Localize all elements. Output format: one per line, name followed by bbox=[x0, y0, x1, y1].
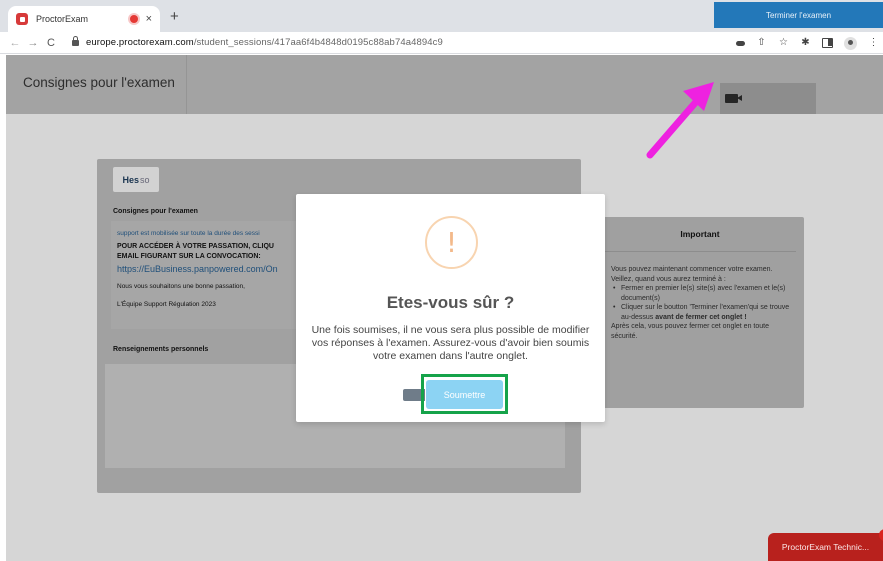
wish-text: Nous vous souhaitons une bonne passation… bbox=[117, 283, 245, 290]
support-chat-button[interactable]: ProctorExam Technic... bbox=[768, 533, 883, 561]
instructions-heading: Consignes pour l'examen bbox=[113, 208, 198, 215]
browser-tab[interactable]: ProctorExam × bbox=[8, 6, 160, 32]
url-domain: europe.proctorexam.com bbox=[86, 37, 194, 48]
terminate-exam-button[interactable]: Terminer l'examen bbox=[714, 2, 883, 28]
support-line: support est mobilisée sur toute la durée… bbox=[117, 230, 260, 237]
share-icon[interactable]: ⇧ bbox=[756, 36, 767, 50]
dialog-message: Une fois soumises, il ne vous sera plus … bbox=[311, 324, 590, 362]
access-instructions: POUR ACCÉDER À VOTRE PASSATION, CLIQU EM… bbox=[117, 243, 274, 260]
logo-suffix: so bbox=[140, 174, 150, 185]
proctorexam-favicon-icon bbox=[16, 13, 28, 25]
annotation-arrow-icon bbox=[646, 82, 714, 159]
bullet-2-bold: avant de fermer cet onglet ! bbox=[655, 313, 747, 321]
warning-icon: ! bbox=[425, 216, 478, 269]
menu-icon[interactable]: ⋮ bbox=[868, 36, 879, 50]
important-card: Important Vous pouvez maintenant commenc… bbox=[596, 217, 804, 408]
important-body: Vous pouvez maintenant commencer votre e… bbox=[611, 265, 796, 341]
tab-title: ProctorExam bbox=[36, 14, 89, 24]
address-bar: ← → C europe.proctorexam.com/student_ses… bbox=[0, 32, 883, 54]
profile-icon[interactable] bbox=[844, 36, 857, 50]
url-field[interactable]: europe.proctorexam.com/student_sessions/… bbox=[86, 37, 443, 48]
submit-button[interactable]: Soumettre bbox=[426, 380, 503, 409]
browser-toolbar: ⇧ ☆ ✱ ⋮ bbox=[736, 36, 879, 50]
logo-text: Hes bbox=[122, 174, 139, 185]
reload-button[interactable]: C bbox=[42, 37, 60, 49]
important-list: Fermer en premier le(s) site(s) avec l'e… bbox=[611, 284, 796, 322]
important-divider bbox=[604, 251, 796, 252]
important-after: Après cela, vous pouvez fermer cet ongle… bbox=[611, 323, 769, 340]
important-bullet-2: Cliquer sur le boutton 'Terminer l'exame… bbox=[611, 303, 796, 322]
important-title: Important bbox=[680, 229, 720, 239]
team-signature: L'Équipe Support Régulation 2023 bbox=[117, 301, 216, 308]
url-path: /student_sessions/417aa6f4b4848d0195c88a… bbox=[193, 37, 443, 48]
lock-icon[interactable] bbox=[72, 35, 79, 46]
star-icon[interactable]: ☆ bbox=[778, 36, 789, 50]
tab-close-icon[interactable]: × bbox=[146, 13, 152, 25]
important-bullet-1: Fermer en premier le(s) site(s) avec l'e… bbox=[611, 284, 796, 303]
recording-indicator-icon bbox=[129, 15, 138, 23]
extensions-icon[interactable]: ✱ bbox=[800, 36, 811, 50]
sidepanel-icon[interactable] bbox=[822, 38, 833, 48]
back-button[interactable]: ← bbox=[6, 37, 24, 49]
hes-so-logo: Hes so bbox=[113, 167, 159, 192]
exam-link[interactable]: https://EuBusiness.panpowered.com/On bbox=[117, 264, 278, 274]
personal-info-heading: Renseignements personnels bbox=[113, 346, 209, 353]
important-intro: Vous pouvez maintenant commencer votre e… bbox=[611, 266, 773, 283]
confirm-dialog: ! Etes-vous sûr ? Une fois soumises, il … bbox=[296, 194, 605, 422]
dialog-title: Etes-vous sûr ? bbox=[386, 293, 515, 312]
video-camera-icon bbox=[725, 94, 742, 103]
page-header: Consignes pour l'examen bbox=[6, 55, 883, 114]
new-tab-button[interactable]: + bbox=[170, 9, 179, 24]
header-divider bbox=[186, 55, 187, 114]
page-title: Consignes pour l'examen bbox=[23, 75, 175, 90]
forward-button[interactable]: → bbox=[24, 37, 42, 49]
key-icon[interactable] bbox=[736, 41, 745, 46]
